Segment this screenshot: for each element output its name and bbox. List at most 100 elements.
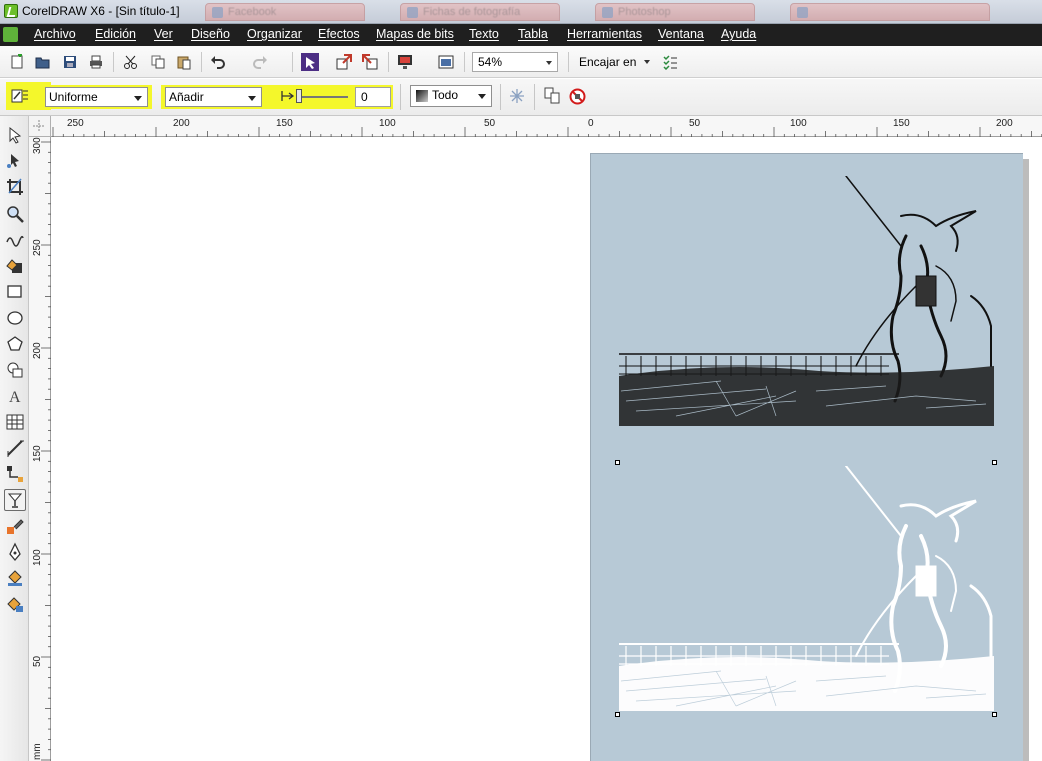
menu-organizar[interactable]: Organizar — [247, 27, 302, 41]
ruler-label: 100 — [32, 549, 43, 566]
ruler-label: 50 — [484, 118, 496, 129]
selection-handle[interactable] — [615, 712, 620, 717]
menu-diseno[interactable]: Diseño — [191, 27, 230, 41]
interactive-fill-tool-icon[interactable] — [5, 594, 25, 614]
zoom-level-select[interactable]: 54% — [472, 52, 558, 72]
freehand-tool-icon[interactable] — [5, 230, 25, 250]
ruler-label: 150 — [32, 445, 43, 462]
ruler-label: 300 — [32, 137, 43, 154]
title-bar: CorelDRAW X6 - [Sin título-1] Facebook F… — [0, 0, 1042, 24]
menu-ayuda[interactable]: Ayuda — [721, 27, 756, 41]
zoom-dropdown-arrow[interactable] — [546, 61, 552, 65]
cut-icon[interactable] — [123, 54, 139, 70]
menu-mapas-de-bits[interactable]: Mapas de bits — [376, 27, 454, 41]
ruler-label: 200 — [32, 342, 43, 359]
menu-ver[interactable]: Ver — [154, 27, 173, 41]
document-icon[interactable] — [3, 27, 18, 42]
selection-handle[interactable] — [992, 460, 997, 465]
crop-tool-icon[interactable] — [5, 177, 25, 197]
rectangle-tool-icon[interactable] — [5, 282, 25, 302]
paste-icon[interactable] — [176, 54, 192, 70]
copy-transparency-icon[interactable] — [544, 87, 562, 105]
merge-mode-select[interactable]: Añadir — [165, 87, 262, 107]
horizontal-ruler[interactable]: 250 200 150 100 50 0 50 100 150 200 — [51, 116, 1042, 137]
connector-tool-icon[interactable] — [5, 464, 25, 484]
gradient-square-icon — [416, 90, 428, 102]
transparency-tool-button[interactable] — [4, 489, 26, 511]
coreldraw-logo-icon — [4, 4, 18, 18]
transparency-start-icon — [281, 91, 295, 101]
undo-icon[interactable] — [210, 54, 226, 70]
ruler-label: 250 — [32, 239, 43, 256]
ruler-label: 200 — [173, 118, 190, 129]
white-sketch-illustration[interactable] — [616, 466, 996, 716]
export-icon[interactable] — [362, 54, 378, 70]
smart-fill-tool-icon[interactable] — [5, 256, 25, 276]
import-icon[interactable] — [336, 54, 352, 70]
svg-text:A: A — [9, 389, 21, 406]
ruler-label: 0 — [588, 118, 594, 129]
polygon-tool-icon[interactable] — [5, 334, 25, 354]
drawing-canvas[interactable] — [51, 137, 1042, 761]
snap-dropdown-arrow[interactable] — [644, 60, 650, 64]
transparency-editor-icon[interactable] — [11, 88, 29, 104]
transparency-value: 0 — [361, 90, 368, 104]
menu-archivo[interactable]: Archivo — [34, 27, 76, 41]
outline-pen-tool-icon[interactable] — [5, 542, 25, 562]
shape-tool-icon[interactable] — [5, 151, 25, 171]
ellipse-tool-icon[interactable] — [5, 308, 25, 328]
ruler-label: 150 — [893, 118, 910, 129]
background-browser-tab: Fichas de fotografía — [400, 3, 560, 21]
black-sketch-illustration[interactable] — [616, 176, 996, 426]
snap-options-icon[interactable] — [662, 54, 678, 70]
open-icon[interactable] — [35, 54, 51, 70]
transparency-type-select[interactable]: Uniforme — [45, 87, 148, 107]
clear-transparency-icon[interactable] — [569, 88, 586, 105]
menu-bar: Archivo Edición Ver Diseño Organizar Efe… — [0, 24, 1042, 46]
apply-target-select[interactable]: Todo — [410, 85, 492, 107]
snap-to-button[interactable]: Encajar en — [579, 55, 636, 69]
copy-icon[interactable] — [150, 54, 166, 70]
ruler-label: 150 — [276, 118, 293, 129]
new-document-icon[interactable] — [9, 54, 25, 70]
ruler-origin-icon — [33, 120, 45, 132]
transparency-slider-track[interactable] — [298, 96, 348, 98]
menu-herramientas[interactable]: Herramientas — [567, 27, 642, 41]
menu-efectos[interactable]: Efectos — [318, 27, 360, 41]
ruler-label: 200 — [996, 118, 1013, 129]
fill-tool-icon[interactable] — [5, 568, 25, 588]
search-content-icon[interactable] — [301, 53, 319, 71]
print-icon[interactable] — [88, 54, 104, 70]
redo-icon[interactable] — [252, 54, 268, 70]
background-browser-tab: Photoshop — [595, 3, 755, 21]
menu-tabla[interactable]: Tabla — [518, 27, 548, 41]
menu-texto[interactable]: Texto — [469, 27, 499, 41]
ruler-label: 50 — [689, 118, 701, 129]
save-icon[interactable] — [62, 54, 78, 70]
publish-pdf-icon[interactable] — [397, 54, 413, 70]
text-tool-icon[interactable]: A — [5, 386, 25, 406]
ruler-label: 250 — [67, 118, 84, 129]
welcome-screen-icon[interactable] — [438, 54, 454, 70]
transparency-slider-thumb[interactable] — [296, 89, 302, 103]
toolbox: A — [0, 116, 29, 761]
zoom-tool-icon[interactable] — [5, 204, 25, 224]
table-tool-icon[interactable] — [5, 412, 25, 432]
eyedropper-tool-icon[interactable] — [5, 516, 25, 536]
pick-tool-icon[interactable] — [5, 125, 25, 145]
basic-shapes-tool-icon[interactable] — [5, 360, 25, 380]
selection-handle[interactable] — [615, 460, 620, 465]
transparency-value-input[interactable]: 0 — [355, 87, 391, 107]
selection-handle[interactable] — [992, 712, 997, 717]
vertical-ruler[interactable]: 300 250 200 150 100 50 mm — [29, 137, 51, 761]
ruler-origin[interactable] — [29, 116, 51, 137]
parallel-dimension-tool-icon[interactable] — [5, 438, 25, 458]
freeze-transparency-icon[interactable] — [509, 88, 525, 104]
menu-edicion[interactable]: Edición — [95, 27, 136, 41]
menu-ventana[interactable]: Ventana — [658, 27, 704, 41]
transparency-tool-icon — [7, 493, 23, 508]
document-page[interactable] — [590, 153, 1023, 761]
page-shadow — [1023, 159, 1029, 761]
apply-target-value: Todo — [432, 88, 459, 102]
ruler-label: 100 — [379, 118, 396, 129]
